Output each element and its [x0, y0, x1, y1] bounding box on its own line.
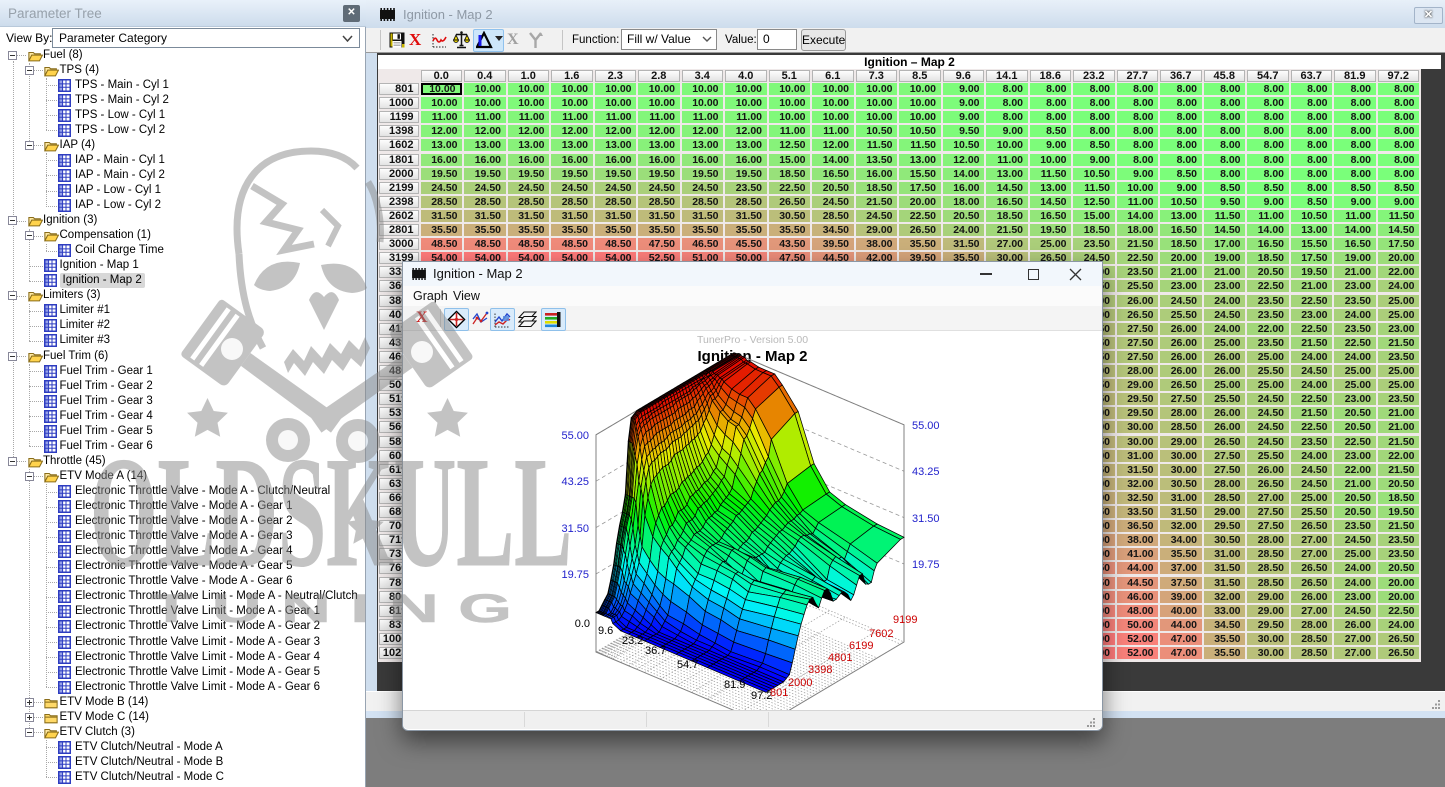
svg-text:55.00: 55.00 [561, 430, 589, 442]
svg-text:43.25: 43.25 [561, 476, 589, 488]
svg-text:36.7: 36.7 [645, 645, 666, 657]
svg-text:4801: 4801 [828, 652, 852, 664]
svg-text:801: 801 [770, 687, 788, 699]
svg-text:55.00: 55.00 [912, 420, 940, 432]
svg-text:19.75: 19.75 [912, 559, 940, 571]
svg-text:9.6: 9.6 [598, 625, 613, 637]
svg-text:43.25: 43.25 [912, 466, 940, 478]
svg-text:31.50: 31.50 [912, 513, 940, 525]
svg-text:3398: 3398 [808, 664, 832, 676]
svg-text:2000: 2000 [788, 677, 812, 689]
svg-text:81.9: 81.9 [724, 679, 745, 691]
svg-text:6199: 6199 [849, 640, 873, 652]
svg-text:7602: 7602 [869, 628, 893, 640]
svg-text:9199: 9199 [893, 614, 917, 626]
svg-text:23.2: 23.2 [622, 635, 643, 647]
svg-text:54.7: 54.7 [677, 659, 698, 671]
svg-text:19.75: 19.75 [561, 569, 589, 581]
svg-text:31.50: 31.50 [561, 523, 589, 535]
svg-text:0.0: 0.0 [575, 618, 590, 630]
